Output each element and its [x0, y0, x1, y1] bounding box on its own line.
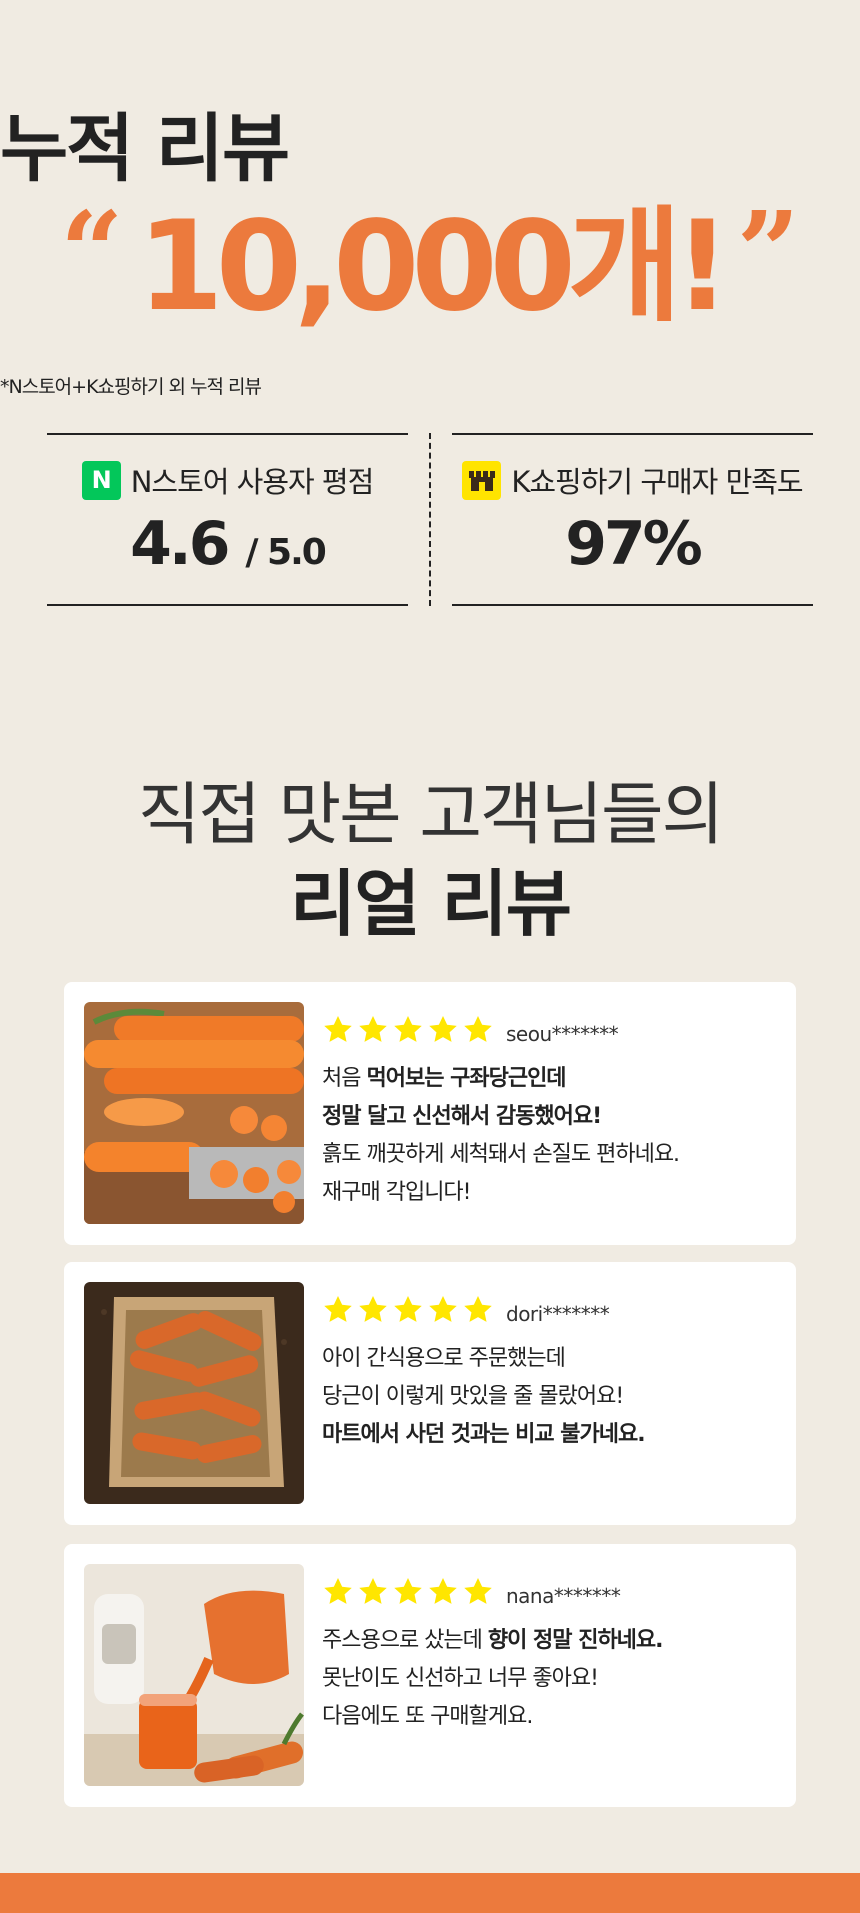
star-rating [322, 1576, 494, 1608]
star-icon [429, 1296, 457, 1322]
review-card: nana******* 주스용으로 샀는데 향이 정말 진하네요. 못난이도 신… [64, 1544, 796, 1807]
star-rating [322, 1294, 494, 1326]
star-icon [324, 1296, 352, 1322]
star-icon [429, 1016, 457, 1042]
store-icon [462, 460, 502, 500]
open-quote: “ [60, 187, 124, 316]
section-subtitle: 직접 맛본 고객님들의 [137, 776, 724, 855]
bottom-accent-bar [0, 1873, 860, 1913]
hero-count: “ 10,000개! ” [0, 187, 860, 339]
star-icon [324, 1016, 352, 1042]
review-photo-carrot-juice [84, 1564, 304, 1786]
star-icon [394, 1016, 422, 1042]
reviewer-id: dori******* [506, 1302, 610, 1326]
kshopping-satisfaction-label: K쇼핑하기 구매자 만족도 [511, 465, 803, 499]
reviewer-id: nana******* [506, 1584, 621, 1608]
stats-divider [429, 433, 431, 606]
hero-title: 누적 리뷰 [0, 106, 290, 192]
review-card: seou******* 처음 먹어보는 구좌당근인데 정말 달고 신선해서 감동… [64, 982, 796, 1245]
nstore-rating-label: N스토어 사용자 평점 [130, 465, 375, 499]
close-quote: ” [736, 187, 800, 316]
kshopping-satisfaction-value: 97% [565, 509, 703, 579]
review-card: dori******* 아이 간식용으로 주문했는데 당근이 이렇게 맛있을 줄… [64, 1262, 796, 1525]
star-icon [429, 1578, 457, 1604]
star-icon [464, 1016, 492, 1042]
nstore-rating-box: N N스토어 사용자 평점 4.6 / 5.0 [47, 433, 408, 606]
naver-logo-icon: N [81, 460, 121, 500]
section-title: 리얼 리뷰 [289, 862, 572, 946]
rating-scale: / 5.0 [245, 532, 326, 573]
star-icon [394, 1578, 422, 1604]
review-photo-sliced-carrots [84, 1002, 304, 1224]
star-icon [464, 1296, 492, 1322]
star-icon [359, 1296, 387, 1322]
star-icon [359, 1016, 387, 1042]
star-icon [464, 1578, 492, 1604]
review-text: 주스용으로 샀는데 향이 정말 진하네요. 못난이도 신선하고 너무 좋아요! … [322, 1628, 664, 1729]
nstore-rating-value: 4.6 / 5.0 [130, 509, 327, 579]
review-text: 처음 먹어보는 구좌당근인데 정말 달고 신선해서 감동했어요! 흙도 깨끗하게… [322, 1066, 680, 1205]
review-count: 10,000개! [137, 195, 730, 339]
kshopping-satisfaction-box: K쇼핑하기 구매자 만족도 97% [452, 433, 813, 606]
review-photo-carrot-box [84, 1282, 304, 1504]
star-rating [322, 1014, 494, 1046]
reviewer-id: seou******* [506, 1022, 619, 1046]
star-icon [324, 1578, 352, 1604]
star-icon [394, 1296, 422, 1322]
hero-note: *N스토어+K쇼핑하기 외 누적 리뷰 [0, 376, 262, 398]
star-icon [359, 1578, 387, 1604]
review-text: 아이 간식용으로 주문했는데 당근이 이렇게 맛있을 줄 몰랐어요! 마트에서 … [322, 1346, 646, 1447]
